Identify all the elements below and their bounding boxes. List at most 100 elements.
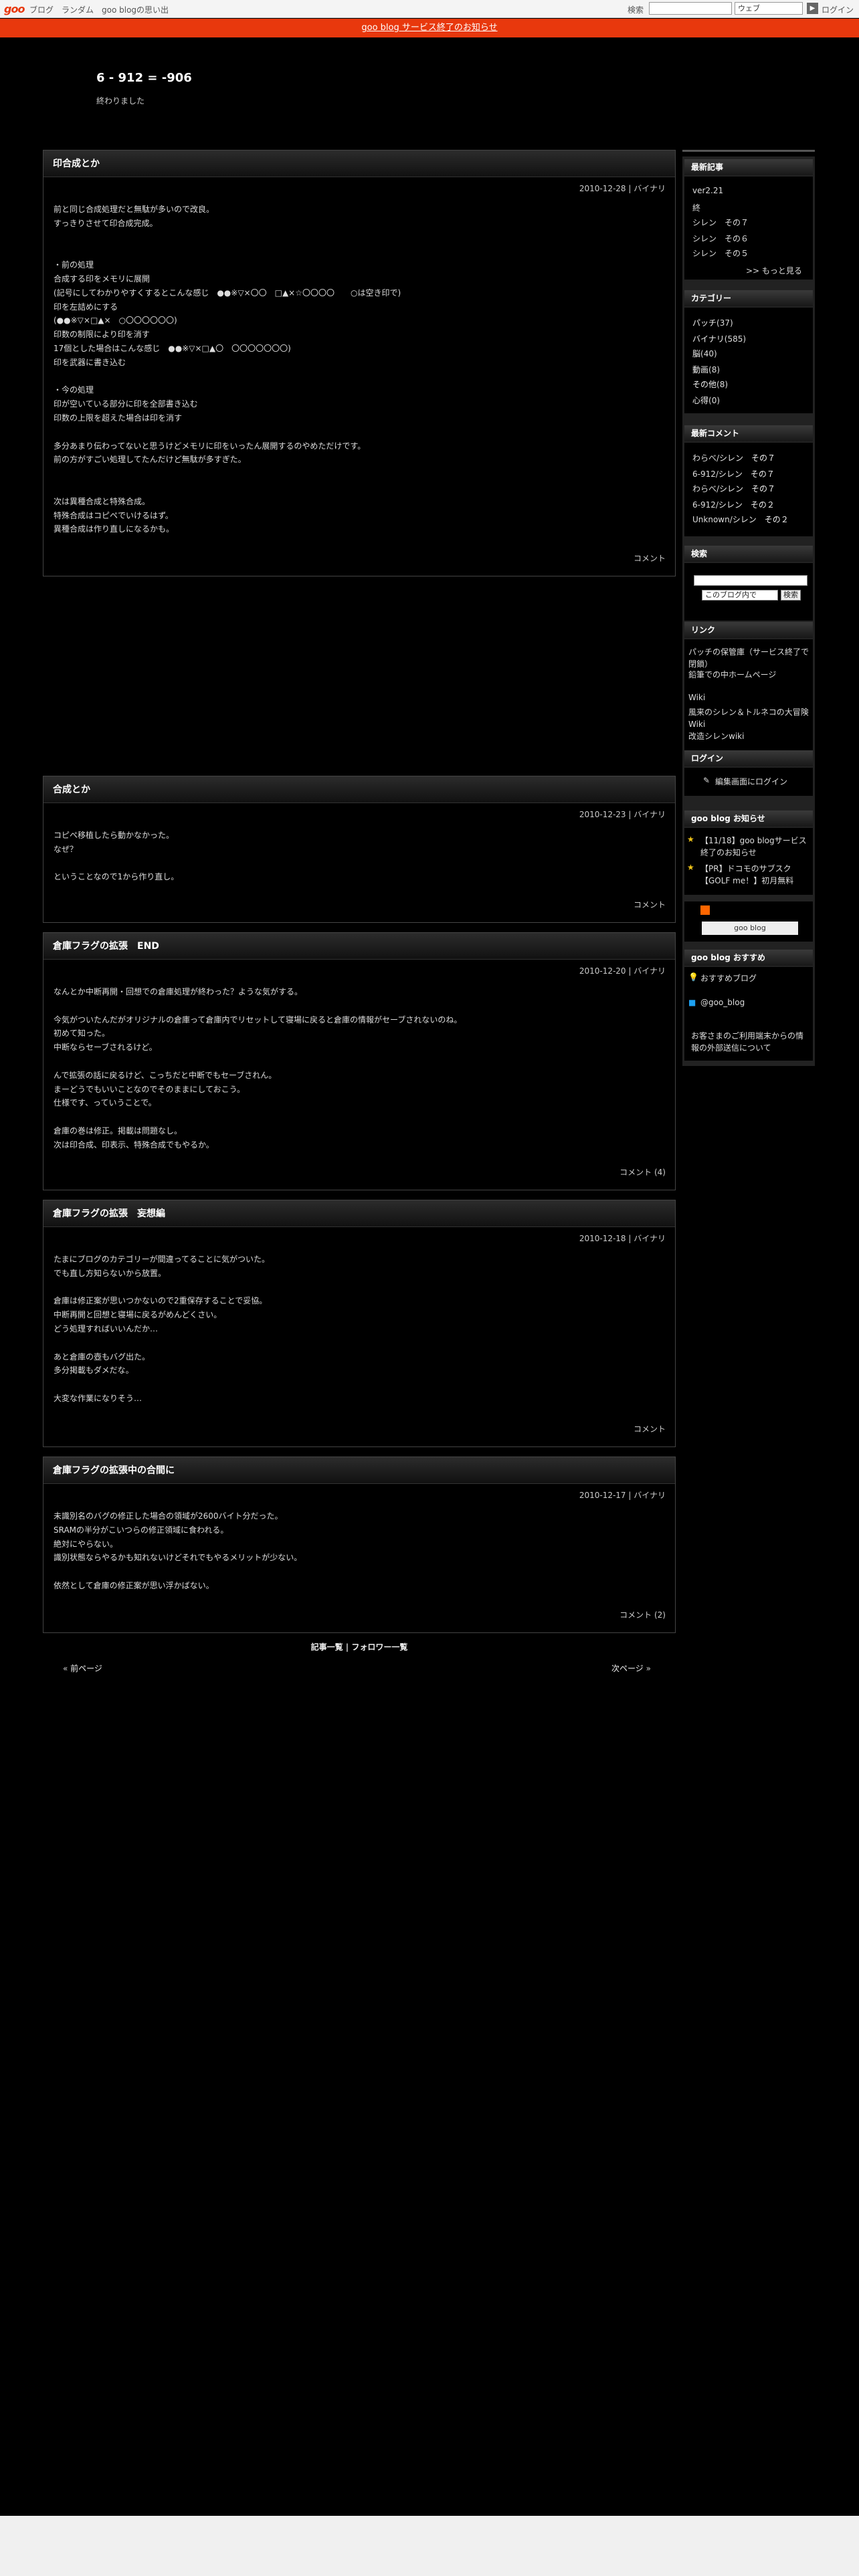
patch-archive-text: パッチの保管庫（サービス終了で閉鎖） [688, 647, 809, 669]
lightbulb-icon: 💡 [688, 972, 698, 982]
blog-description: 終わりました [96, 96, 145, 106]
blog-search-input[interactable] [694, 575, 807, 586]
entry-body: たまにブログのカテゴリーが間違ってることに気がついた。 でも直し方知らないから放… [54, 1255, 270, 1403]
category-item: パッチ(37) [692, 317, 733, 328]
footer-area [0, 2516, 859, 2576]
login-link[interactable]: ログイン [822, 4, 854, 15]
comment-author: 6-912/ [692, 469, 719, 479]
comment-author: 6-912/ [692, 500, 719, 510]
comment-item: Unknown/シレン その２ [692, 514, 789, 525]
star-icon: ★ [687, 863, 694, 872]
comment-author: わらべ/ [692, 484, 720, 494]
category-link[interactable]: 動画 [692, 365, 708, 374]
category-count: (8) [708, 365, 721, 374]
recent-entries: ver2.21 終 シレン その７ シレン その６ シレン その５ >> もっと… [684, 177, 813, 280]
service-end-link[interactable]: goo blog サービス終了のお知らせ [361, 23, 497, 33]
homepage-link[interactable]: 鉛筆での中ホームページ [688, 669, 776, 680]
comment-link[interactable]: コメント (2) [619, 1609, 666, 1620]
nav-memories-link[interactable]: goo blogの思い出 [102, 4, 169, 15]
recent-entry-link[interactable]: シレン その７ [692, 217, 749, 228]
next-page-link[interactable]: 次ページ [611, 1664, 644, 1673]
news-link[interactable]: 【PR】ドコモのサブスク【GOLF me！】初月無料 [700, 863, 809, 887]
data-notice-link[interactable]: お客さまのご利用端末からの情報の外部送信について [691, 1030, 809, 1054]
recent-comments: わらべ/シレン その７ 6-912/シレン その７ わらべ/シレン その７ 6-… [684, 443, 813, 536]
entry-title[interactable]: 倉庫フラグの拡張中の合間に [43, 1457, 675, 1484]
search-input[interactable] [649, 2, 732, 15]
comment-entry-link[interactable]: シレン その７ [719, 484, 775, 494]
links: パッチの保管庫（サービス終了で閉鎖） 鉛筆での中ホームページ Wiki 風来のシ… [684, 639, 813, 753]
blog-title[interactable]: 6 - 912 = -906 [96, 71, 192, 85]
categories: パッチ(37) バイナリ(585) 脳(40) 動画(8) その他(8) 心得(… [684, 308, 813, 413]
news-heading: goo blog お知らせ [684, 811, 813, 827]
comment-author: わらべ/ [692, 453, 720, 463]
comment-link[interactable]: コメント [634, 552, 666, 564]
blog-entry: 合成とか 2010-12-23 | バイナリ コピペ移植したら動かなかった。 な… [43, 776, 676, 923]
category-item: バイナリ(585) [692, 333, 746, 344]
category-count: (585) [724, 334, 747, 344]
recent-entries-heading: 最新記事 [684, 159, 813, 175]
entry-title[interactable]: 倉庫フラグの拡張 妄想編 [43, 1200, 675, 1227]
comment-link[interactable]: コメント [634, 1423, 666, 1434]
comment-entry-link[interactable]: シレン その２ [733, 515, 789, 524]
news-link[interactable]: 【11/18】goo blogサービス終了のお知らせ [700, 835, 809, 859]
comment-entry-link[interactable]: シレン その７ [719, 469, 775, 479]
shiren-wiki-link[interactable]: 風来のシレン＆トルネコの大冒険 Wiki [688, 706, 809, 730]
comment-entry-link[interactable]: シレン その２ [719, 500, 775, 510]
pencil-icon: ✎ [703, 776, 710, 785]
rss-box: RSS goo blog [684, 901, 813, 942]
comment-entry-link[interactable]: シレン その７ [719, 453, 775, 463]
nav-blog-link[interactable]: ブログ [29, 4, 54, 15]
comment-item: 6-912/シレン その２ [692, 499, 775, 510]
entry-list-link[interactable]: 記事一覧 [311, 1642, 343, 1652]
entry-body: コピペ移植したら動かなかった。 なぜ？ ということなので1から作り直し。 [54, 831, 179, 882]
prev-page-link[interactable]: 前ページ [70, 1664, 102, 1673]
search-go-button[interactable]: ▶ [807, 3, 818, 14]
links-heading: リンク [684, 622, 813, 638]
category-link[interactable]: 脳 [692, 349, 700, 358]
blog-search-scope[interactable]: このブログ内で [702, 590, 778, 601]
recommend-heading: goo blog おすすめ [684, 950, 813, 966]
comment-author: Unknown/ [692, 515, 733, 524]
entry-body: 未識別名のバグの修正した場合の領域が2600バイト分だった。 SRAMの半分がこ… [54, 1511, 302, 1590]
blog-search-button[interactable]: 検索 [781, 590, 801, 601]
entry-title[interactable]: 倉庫フラグの拡張 END [43, 933, 675, 960]
edit-login-link[interactable]: 編集画面にログイン [715, 776, 787, 787]
comment-item: わらべ/シレン その７ [692, 452, 775, 463]
recent-comments-heading: 最新コメント [684, 425, 813, 441]
blog-entry: 倉庫フラグの拡張 妄想編 2010-12-18 | バイナリ たまにブログのカテ… [43, 1200, 676, 1447]
wiki-label: Wiki [688, 693, 706, 702]
follower-list-link[interactable]: フォロワー一覧 [351, 1642, 407, 1652]
comment-item: わらべ/シレン その７ [692, 483, 775, 494]
category-link[interactable]: その他 [692, 380, 717, 389]
search-label: 検索 [628, 5, 644, 15]
comment-link[interactable]: コメント (4) [619, 1166, 666, 1178]
link-separator: | [343, 1642, 352, 1652]
more-recent-link[interactable]: >> もっと見る [746, 265, 802, 276]
recommend-blog-link[interactable]: おすすめブログ [700, 972, 757, 984]
entry-title[interactable]: 合成とか [43, 776, 675, 803]
search-scope-select[interactable]: ウェブ [735, 2, 803, 15]
next-page: 次ページ » [611, 1662, 651, 1674]
goo-blog-button[interactable]: goo blog [702, 922, 798, 935]
category-link[interactable]: 心得 [692, 396, 708, 405]
category-link[interactable]: パッチ [692, 318, 717, 328]
comment-item: 6-912/シレン その７ [692, 468, 775, 479]
recent-entry-link[interactable]: ver2.21 [692, 186, 723, 195]
nav-random-link[interactable]: ランダム [62, 4, 94, 15]
star-icon: ★ [687, 835, 694, 844]
top-bar: goo ブログ ランダム goo blogの思い出 検索 ウェブ ▶ ログイン [0, 0, 859, 18]
recent-entry-link[interactable]: シレン その６ [692, 233, 749, 244]
recent-entry-link[interactable]: シレン その５ [692, 247, 749, 259]
category-count: (37) [717, 318, 733, 328]
category-item: その他(8) [692, 379, 728, 390]
entry-date: 2010-12-18 | バイナリ [579, 1234, 666, 1243]
entry-title[interactable]: 印合成とか [43, 150, 675, 177]
categories-heading: カテゴリー [684, 290, 813, 306]
rss-icon[interactable]: RSS [700, 905, 710, 915]
kaizou-wiki-link[interactable]: 改造シレンwiki [688, 730, 744, 742]
recent-entry-link[interactable]: 終 [692, 202, 700, 213]
goo-logo[interactable]: goo [4, 3, 25, 15]
category-link[interactable]: バイナリ [692, 334, 725, 344]
comment-link[interactable]: コメント [634, 899, 666, 910]
twitter-link[interactable]: @goo_blog [700, 998, 745, 1007]
